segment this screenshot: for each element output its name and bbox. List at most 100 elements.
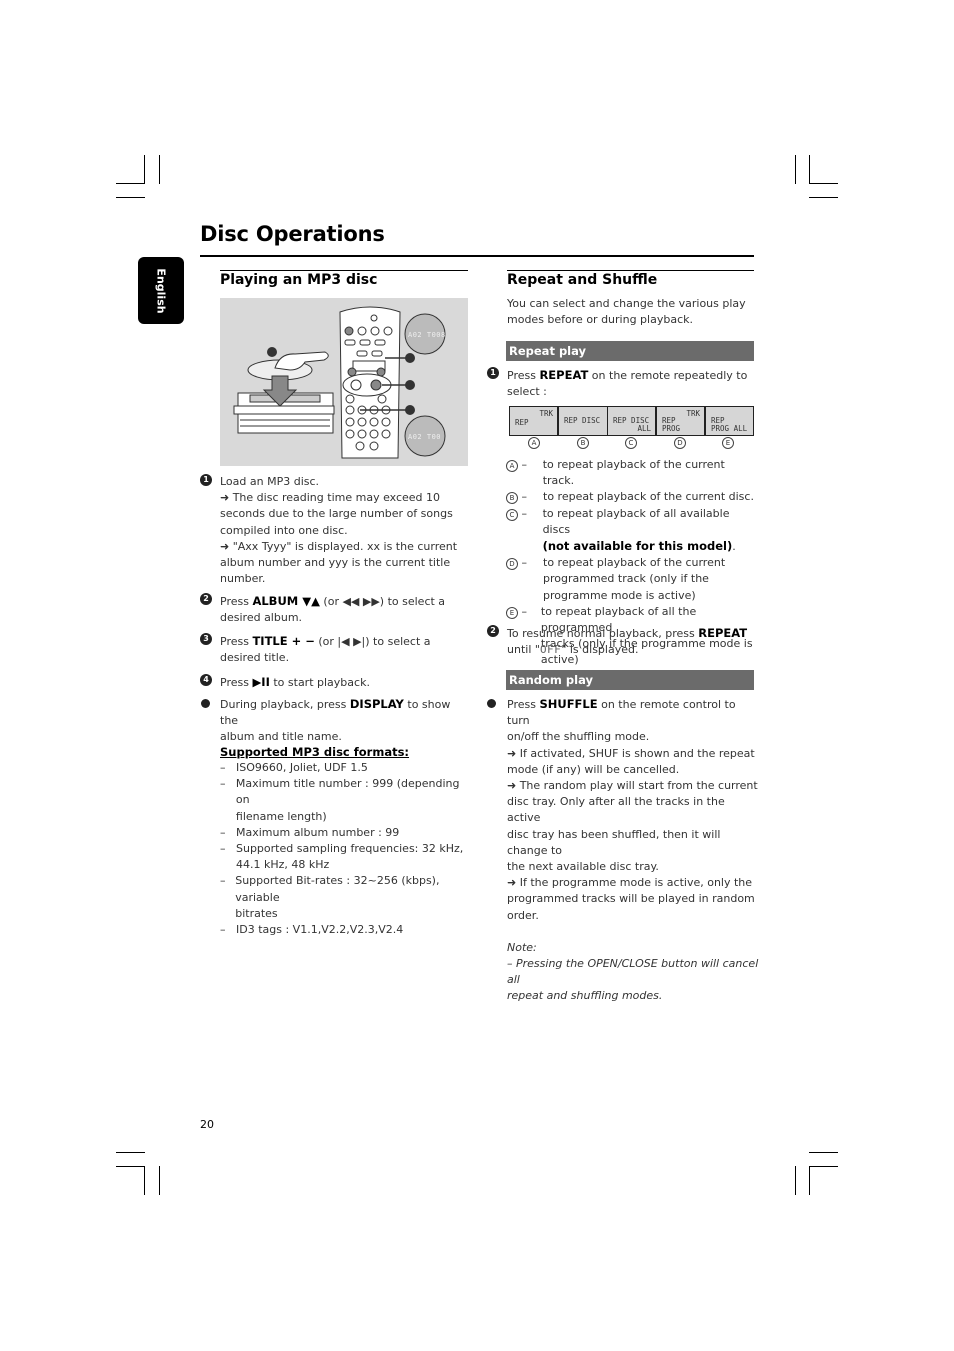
section-rule bbox=[507, 270, 754, 271]
repeat-step-1-line2: select : bbox=[507, 385, 547, 399]
step-4-post: to start playback. bbox=[269, 676, 370, 689]
step-number-2: 2 bbox=[200, 593, 212, 605]
section-rule bbox=[220, 270, 468, 271]
formats-heading-text: Supported MP3 disc formats: bbox=[220, 745, 410, 759]
display-main: REP DISC bbox=[564, 416, 601, 425]
crop-mark bbox=[809, 1166, 838, 1167]
format-line: ISO9660, Joliet, UDF 1.5 bbox=[236, 761, 368, 774]
shuffle-key: SHUFFLE bbox=[539, 697, 598, 711]
repeat-step-1-post: on the remote repeatedly to bbox=[588, 369, 748, 382]
step-4-pre: Press bbox=[220, 676, 253, 689]
title-key: TITLE + − bbox=[252, 634, 315, 648]
intro-line: You can select and change the various pl… bbox=[507, 297, 746, 310]
repeat-step-2-pre: To resume normal playback, press bbox=[507, 627, 699, 640]
format-line: Maximum title number : 999 (depending on bbox=[235, 777, 460, 807]
step-number-1: 1 bbox=[200, 474, 212, 486]
bullet-icon bbox=[201, 699, 210, 708]
step-3-line2: desired title. bbox=[220, 651, 290, 665]
step-1-text: Load an MP3 disc. ➜ The disc reading tim… bbox=[220, 474, 470, 587]
repeat-key: REPEAT bbox=[539, 368, 589, 382]
intro-line: modes before or during playback. bbox=[507, 313, 693, 327]
mode-item-b: B – to repeat playback of the current di… bbox=[506, 489, 758, 505]
crop-mark bbox=[144, 1166, 145, 1195]
display-sub: ALL bbox=[637, 424, 651, 433]
step-1-line: ➜ The disc reading time may exceed 10 bbox=[220, 491, 441, 505]
format-item: – Maximum title number : 999 (depending o… bbox=[220, 776, 475, 825]
repeat-key: REPEAT bbox=[698, 626, 748, 640]
intro-text: You can select and change the various pl… bbox=[507, 296, 757, 328]
mode-line: to repeat playback of all available disc… bbox=[542, 506, 730, 536]
random-play-bar: Random play bbox=[506, 670, 754, 690]
crop-mark bbox=[159, 155, 160, 184]
step-3-text: Press TITLE + − (or |◀ ▶|) to select a d… bbox=[220, 633, 470, 666]
repeat-step-number-1: 1 bbox=[487, 367, 499, 379]
title-rule bbox=[200, 255, 754, 257]
section-heading-repeat-shuffle: Repeat and Shuffle bbox=[507, 272, 658, 288]
repeat-step-number-2: 2 bbox=[487, 625, 499, 637]
random-line: mode (if any) will be cancelled. bbox=[507, 762, 680, 776]
crop-mark bbox=[144, 155, 145, 184]
display-rep-trk: TRK REP bbox=[509, 406, 558, 436]
format-line: ID3 tags : V1.1,V2.2,V2.3,V2.4 bbox=[236, 923, 404, 937]
mp3-illustration: A02 T008 A02 T00 bbox=[220, 298, 468, 466]
format-line: bitrates bbox=[235, 906, 278, 920]
random-line: disc tray. Only after all the tracks in … bbox=[507, 795, 725, 825]
play-pause-key: ▶II bbox=[252, 675, 270, 689]
crop-mark bbox=[809, 1152, 838, 1153]
display-main: REP bbox=[515, 418, 529, 427]
callout-1 bbox=[267, 347, 277, 357]
play-pause-button-icon bbox=[370, 379, 382, 391]
mode-line: to repeat playback of the current bbox=[543, 556, 726, 570]
crop-mark bbox=[116, 1152, 145, 1153]
random-line: ➜ If activated, SHUF is shown and the re… bbox=[507, 746, 755, 760]
label-b: B bbox=[577, 437, 589, 449]
crop-mark bbox=[809, 183, 838, 184]
mode-line: programmed track (only if the bbox=[543, 572, 709, 586]
album-key: ALBUM ▼▲ bbox=[252, 594, 320, 608]
mode-key: D bbox=[506, 558, 518, 571]
step-2-text: Press ALBUM ▼▲ (or ◀◀ ▶▶) to select a de… bbox=[220, 593, 470, 626]
stop-button-icon bbox=[350, 379, 362, 391]
step-1-line: Load an MP3 disc. bbox=[220, 475, 320, 488]
page-title: Disc Operations bbox=[200, 222, 385, 246]
format-item: – ISO9660, Joliet, UDF 1.5 bbox=[220, 760, 475, 776]
step-number-4: 4 bbox=[200, 674, 212, 686]
step-4-text: Press ▶II to start playback. bbox=[220, 674, 470, 691]
step-2-line2: desired album. bbox=[220, 611, 303, 625]
format-line: Maximum album number : 99 bbox=[236, 825, 400, 839]
language-tab-label: English bbox=[154, 267, 168, 314]
step-number-3: 3 bbox=[200, 633, 212, 645]
display-top: TRK bbox=[686, 409, 700, 418]
display-tip-pre: During playback, press bbox=[220, 698, 350, 711]
step-3-pre: Press bbox=[220, 635, 253, 648]
mode-line: to repeat playback of the current disc. bbox=[543, 490, 754, 504]
repeat-step-1-pre: Press bbox=[507, 369, 540, 382]
mode-key: A bbox=[506, 460, 518, 472]
repeat-play-bar: Repeat play bbox=[506, 341, 754, 361]
random-text: Press SHUFFLE on the remote control to t… bbox=[507, 696, 759, 1005]
off-display: OFF bbox=[539, 643, 562, 657]
random-line: disc tray has been shuffled, then it wil… bbox=[507, 827, 721, 857]
mode-key: B bbox=[506, 492, 518, 505]
format-line: Supported Bit-rates : 32~256 (kbps), var… bbox=[235, 874, 440, 904]
callout-4 bbox=[405, 380, 415, 390]
random-line: on/off the shuffling mode. bbox=[507, 730, 650, 744]
display-sub: PROG bbox=[662, 424, 681, 433]
step-1-line: album number and yyy is the current titl… bbox=[220, 556, 451, 570]
section-heading-mp3: Playing an MP3 disc bbox=[220, 272, 378, 288]
language-tab: English bbox=[138, 257, 184, 324]
random-line: order. bbox=[507, 908, 539, 922]
repeat-step-2-line2-pre: until " bbox=[507, 643, 540, 657]
crop-mark bbox=[116, 197, 145, 198]
format-item: – Supported sampling frequencies: 32 kHz,… bbox=[220, 841, 475, 873]
page-number: 20 bbox=[200, 1118, 214, 1131]
repeat-step-1-text: Press REPEAT on the remote repeatedly to… bbox=[507, 367, 757, 400]
crop-mark bbox=[809, 197, 838, 198]
mode-item-c: C – to repeat playback of all available … bbox=[506, 506, 758, 556]
random-line: the next available disc tray. bbox=[507, 860, 659, 874]
mode-item-a: A – to repeat playback of the current tr… bbox=[506, 457, 758, 489]
display-key: DISPLAY bbox=[349, 697, 404, 711]
step-1-line: compiled into one disc. bbox=[220, 523, 348, 537]
repeat-step-2-line2-post: " is displayed. bbox=[561, 643, 639, 657]
format-line: 44.1 kHz, 48 kHz bbox=[236, 858, 330, 872]
